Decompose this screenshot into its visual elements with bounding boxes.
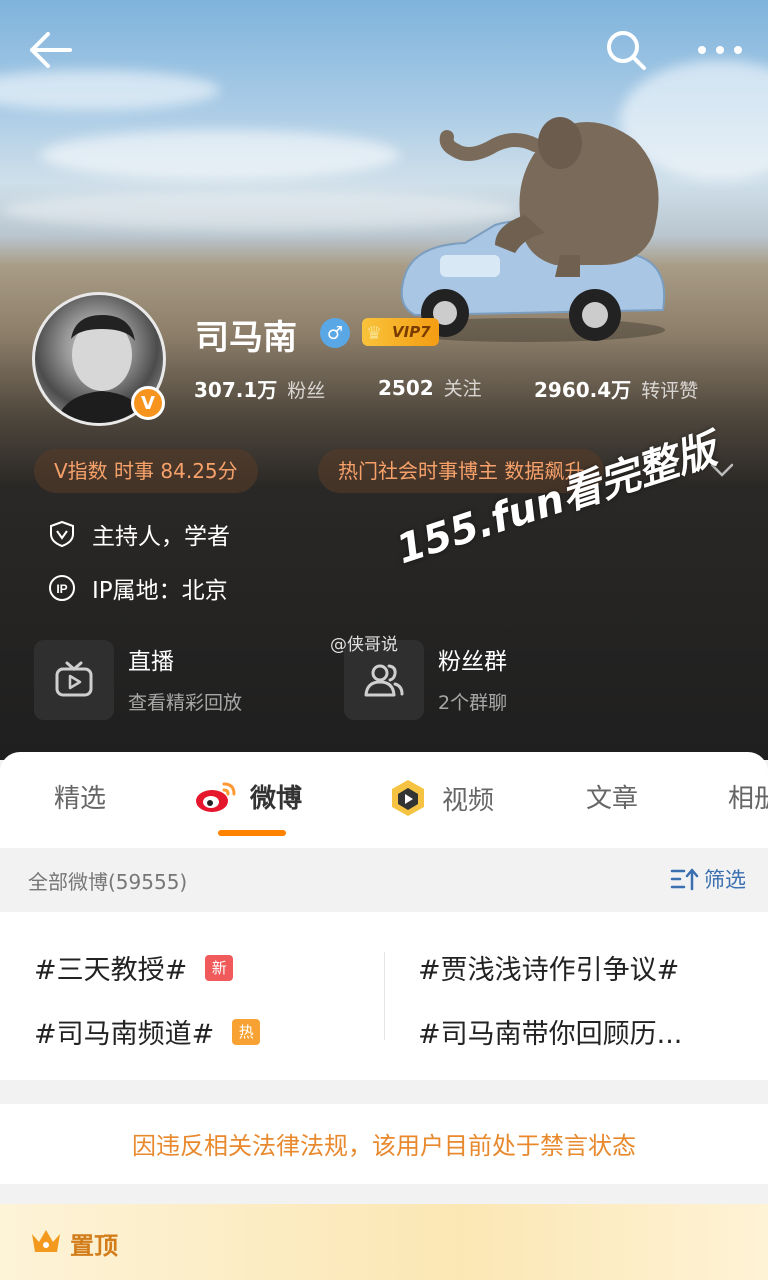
verified-badge: V	[131, 386, 165, 420]
topic-text: #三天教授#	[34, 955, 188, 986]
topic-text: #司马南带你回顾历...	[418, 1019, 683, 1050]
ban-notice: 因违反相关法律法规，该用户目前处于禁言状态	[0, 1104, 768, 1184]
tab-featured[interactable]: 精选	[54, 778, 106, 815]
topic-divider	[384, 952, 385, 1040]
stat-label: 转评赞	[641, 380, 699, 402]
male-icon: ♂	[320, 318, 350, 348]
stat-followers[interactable]: 307.1万 粉丝	[194, 374, 325, 403]
filter-button[interactable]: 筛选	[670, 864, 746, 894]
filter-label: 筛选	[704, 868, 746, 892]
feed-filter-bar: 全部微博(59555) 筛选	[0, 848, 768, 912]
stat-value: 307.1万	[194, 378, 278, 402]
topic-grid: #三天教授# 新 #贾浅浅诗作引争议# #司马南频道# 热 #司马南带你回顾历.…	[0, 912, 768, 1080]
back-arrow-icon	[30, 32, 72, 68]
back-button[interactable]	[22, 22, 78, 78]
weibo-logo-icon	[196, 782, 236, 812]
topic-item[interactable]: #司马南频道# 热	[34, 1012, 261, 1051]
credit-text: @侠哥说	[330, 635, 398, 655]
shield-v-icon	[50, 520, 74, 548]
pinned-section[interactable]: 置顶	[0, 1204, 768, 1280]
hot-badge: 热	[232, 1018, 261, 1045]
search-icon	[607, 31, 646, 70]
tab-video[interactable]: 视频	[388, 778, 494, 818]
ip-icon: IP	[49, 575, 75, 601]
tab-weibo[interactable]: 微博	[194, 778, 302, 815]
stat-likes[interactable]: 2960.4万 转评赞	[534, 374, 698, 403]
ip-location-text: IP属地：北京	[92, 578, 228, 604]
tab-video-label: 视频	[442, 785, 495, 816]
stat-label: 粉丝	[287, 380, 326, 402]
v-index-chip[interactable]: V指数 时事 84.25分	[34, 449, 258, 493]
ban-notice-text: 因违反相关法律法规，该用户目前处于禁言状态	[132, 1132, 636, 1160]
fan-group-title: 粉丝群	[438, 649, 507, 675]
group-icon	[364, 664, 404, 697]
crown-icon: ♛	[366, 323, 383, 344]
live-title: 直播	[128, 649, 174, 675]
live-icon-box	[34, 640, 114, 720]
stat-following[interactable]: 2502 关注	[378, 374, 482, 401]
cloud	[40, 130, 400, 180]
tab-articles[interactable]: 文章	[586, 778, 638, 815]
stat-value: 2502	[378, 376, 434, 400]
fan-group-subtitle: 2个群聊	[438, 692, 508, 714]
profile-name: 司马南	[195, 318, 297, 358]
stat-label: 关注	[443, 378, 482, 400]
topic-text: #司马南频道#	[34, 1019, 215, 1050]
topic-item[interactable]: #贾浅浅诗作引争议#	[418, 948, 679, 987]
more-button[interactable]	[692, 22, 748, 78]
top-bar	[0, 22, 768, 78]
watermark-text: 155.fun看完整版	[391, 426, 723, 574]
tv-icon	[55, 661, 93, 697]
tab-bar: 精选 微博 视频 文章 相册	[0, 752, 768, 848]
active-tab-indicator	[218, 830, 286, 836]
topic-text: #贾浅浅诗作引争议#	[418, 955, 680, 986]
ip-row: IP IP属地：北京	[48, 570, 228, 606]
more-dots-icon	[698, 46, 742, 54]
tab-weibo-label: 微博	[250, 784, 303, 814]
new-badge: 新	[205, 954, 234, 981]
profile-header: V 司马南 ♂ ♛ VIP7 307.1万 粉丝 2502 关注 2960.4万 转评赞…	[0, 0, 768, 760]
occupation-row: 主持人，学者	[48, 516, 230, 552]
live-subtitle: 查看精彩回放	[128, 692, 243, 714]
pin-crown-icon	[32, 1230, 60, 1252]
topic-item[interactable]: #三天教授# 新	[34, 948, 234, 987]
stat-value: 2960.4万	[534, 378, 632, 402]
video-badge-icon	[392, 780, 424, 816]
vip-badge[interactable]: ♛ VIP7	[362, 318, 439, 346]
vip-label: VIP7	[392, 323, 431, 341]
post-count: 全部微博(59555)	[28, 870, 188, 894]
topic-item[interactable]: #司马南带你回顾历...	[418, 1012, 682, 1051]
svg-text:IP: IP	[56, 582, 67, 596]
filter-icon	[670, 868, 699, 891]
tab-album[interactable]: 相册	[728, 778, 768, 815]
search-button[interactable]	[598, 22, 654, 78]
occupation-text: 主持人，学者	[92, 524, 230, 550]
pinned-label: 置顶	[70, 1232, 118, 1260]
